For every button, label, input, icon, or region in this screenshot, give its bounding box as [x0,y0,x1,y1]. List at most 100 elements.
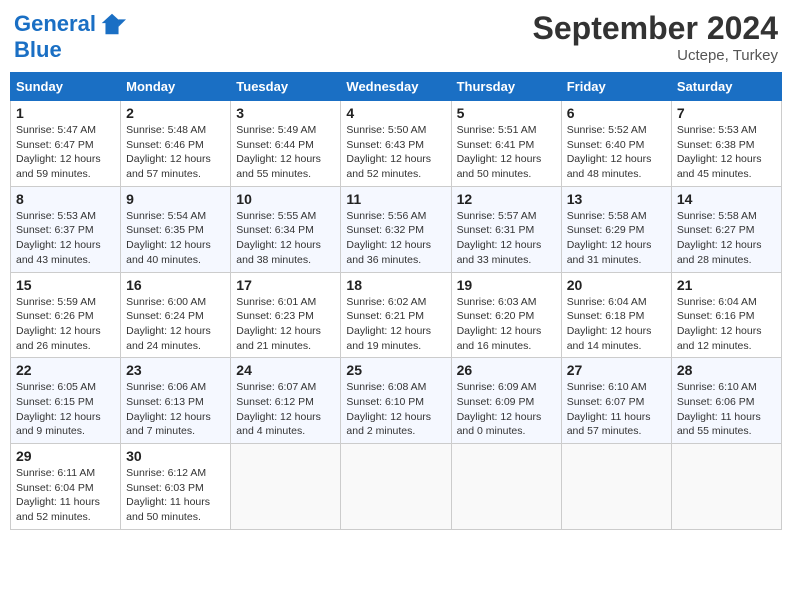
calendar-cell: 18Sunrise: 6:02 AM Sunset: 6:21 PM Dayli… [341,272,451,358]
calendar-cell: 16 Sunrise: 6:00 AM Sunset: 6:24 PM Dayli… [121,272,231,358]
day-info: Sunrise: 5:58 AM Sunset: 6:27 PM Dayligh… [677,209,776,268]
day-info: Sunrise: 5:54 AM Sunset: 6:35 PM Dayligh… [126,209,225,268]
col-header-sunday: Sunday [11,73,121,101]
col-header-saturday: Saturday [671,73,781,101]
col-header-friday: Friday [561,73,671,101]
day-info: Sunrise: 5:53 AM Sunset: 6:37 PM Dayligh… [16,209,115,268]
calendar-cell: 27 Sunrise: 6:10 AM Sunset: 6:07 PM Dayli… [561,358,671,444]
calendar-cell: 19 Sunrise: 6:03 AM Sunset: 6:20 PM Dayli… [451,272,561,358]
calendar-cell [561,444,671,530]
calendar-cell: 21Sunrise: 6:04 AM Sunset: 6:16 PM Dayli… [671,272,781,358]
calendar-cell [671,444,781,530]
day-number: 28 [677,362,776,378]
calendar-cell: 30 Sunrise: 6:12 AM Sunset: 6:03 PM Dayli… [121,444,231,530]
day-number: 10 [236,191,335,207]
day-number: 26 [457,362,556,378]
day-info: Sunrise: 6:01 AM Sunset: 6:23 PM Dayligh… [236,295,335,354]
day-info: Sunrise: 6:06 AM Sunset: 6:13 PM Dayligh… [126,380,225,439]
logo-blue-text: Blue [14,38,62,62]
day-info: Sunrise: 5:58 AM Sunset: 6:29 PM Dayligh… [567,209,666,268]
day-info: Sunrise: 6:11 AM Sunset: 6:04 PM Dayligh… [16,466,115,525]
calendar-cell: 5 Sunrise: 5:51 AM Sunset: 6:41 PM Daylig… [451,101,561,187]
day-number: 9 [126,191,225,207]
calendar-cell: 26 Sunrise: 6:09 AM Sunset: 6:09 PM Dayli… [451,358,561,444]
day-number: 13 [567,191,666,207]
day-info: Sunrise: 6:04 AM Sunset: 6:16 PM Dayligh… [677,295,776,354]
logo: General Blue [14,10,126,62]
title-block: September 2024 Uctepe, Turkey [533,10,778,64]
day-number: 7 [677,105,776,121]
day-number: 17 [236,277,335,293]
day-info: Sunrise: 6:02 AM Sunset: 6:21 PM Dayligh… [346,295,445,354]
calendar-cell: 11 Sunrise: 5:56 AM Sunset: 6:32 PM Dayli… [341,186,451,272]
day-info: Sunrise: 6:05 AM Sunset: 6:15 PM Dayligh… [16,380,115,439]
day-info: Sunrise: 5:52 AM Sunset: 6:40 PM Dayligh… [567,123,666,182]
day-info: Sunrise: 5:53 AM Sunset: 6:38 PM Dayligh… [677,123,776,182]
day-info: Sunrise: 5:59 AM Sunset: 6:26 PM Dayligh… [16,295,115,354]
day-info: Sunrise: 6:03 AM Sunset: 6:20 PM Dayligh… [457,295,556,354]
day-number: 2 [126,105,225,121]
day-info: Sunrise: 5:56 AM Sunset: 6:32 PM Dayligh… [346,209,445,268]
col-header-tuesday: Tuesday [231,73,341,101]
calendar-cell: 23 Sunrise: 6:06 AM Sunset: 6:13 PM Dayli… [121,358,231,444]
calendar-table: SundayMondayTuesdayWednesdayThursdayFrid… [10,72,782,530]
day-info: Sunrise: 6:00 AM Sunset: 6:24 PM Dayligh… [126,295,225,354]
calendar-cell: 25 Sunrise: 6:08 AM Sunset: 6:10 PM Dayli… [341,358,451,444]
calendar-cell: 9 Sunrise: 5:54 AM Sunset: 6:35 PM Daylig… [121,186,231,272]
day-number: 30 [126,448,225,464]
day-info: Sunrise: 6:09 AM Sunset: 6:09 PM Dayligh… [457,380,556,439]
logo-icon [98,10,126,38]
day-info: Sunrise: 5:57 AM Sunset: 6:31 PM Dayligh… [457,209,556,268]
calendar-cell: 22Sunrise: 6:05 AM Sunset: 6:15 PM Dayli… [11,358,121,444]
day-info: Sunrise: 5:48 AM Sunset: 6:46 PM Dayligh… [126,123,225,182]
page-header: General Blue September 2024 Uctepe, Turk… [10,10,782,64]
day-number: 24 [236,362,335,378]
day-info: Sunrise: 6:10 AM Sunset: 6:07 PM Dayligh… [567,380,666,439]
calendar-cell: 20 Sunrise: 6:04 AM Sunset: 6:18 PM Dayli… [561,272,671,358]
day-info: Sunrise: 5:47 AM Sunset: 6:47 PM Dayligh… [16,123,115,182]
calendar-cell: 3Sunrise: 5:49 AM Sunset: 6:44 PM Daylig… [231,101,341,187]
day-number: 6 [567,105,666,121]
calendar-cell: 7 Sunrise: 5:53 AM Sunset: 6:38 PM Daylig… [671,101,781,187]
day-number: 8 [16,191,115,207]
calendar-cell: 28 Sunrise: 6:10 AM Sunset: 6:06 PM Dayli… [671,358,781,444]
day-number: 15 [16,277,115,293]
day-number: 25 [346,362,445,378]
day-number: 11 [346,191,445,207]
day-info: Sunrise: 5:50 AM Sunset: 6:43 PM Dayligh… [346,123,445,182]
day-info: Sunrise: 6:08 AM Sunset: 6:10 PM Dayligh… [346,380,445,439]
calendar-cell: 10 Sunrise: 5:55 AM Sunset: 6:34 PM Dayli… [231,186,341,272]
day-number: 19 [457,277,556,293]
calendar-cell: 6 Sunrise: 5:52 AM Sunset: 6:40 PM Daylig… [561,101,671,187]
day-info: Sunrise: 6:12 AM Sunset: 6:03 PM Dayligh… [126,466,225,525]
calendar-cell: 17 Sunrise: 6:01 AM Sunset: 6:23 PM Dayli… [231,272,341,358]
day-info: Sunrise: 5:51 AM Sunset: 6:41 PM Dayligh… [457,123,556,182]
day-number: 23 [126,362,225,378]
calendar-cell [341,444,451,530]
calendar-cell: 8 Sunrise: 5:53 AM Sunset: 6:37 PM Daylig… [11,186,121,272]
day-number: 27 [567,362,666,378]
calendar-cell: 13 Sunrise: 5:58 AM Sunset: 6:29 PM Dayli… [561,186,671,272]
day-info: Sunrise: 6:04 AM Sunset: 6:18 PM Dayligh… [567,295,666,354]
calendar-cell: 14 Sunrise: 5:58 AM Sunset: 6:27 PM Dayli… [671,186,781,272]
calendar-cell: 15 Sunrise: 5:59 AM Sunset: 6:26 PM Dayli… [11,272,121,358]
col-header-wednesday: Wednesday [341,73,451,101]
day-number: 20 [567,277,666,293]
calendar-cell: 29Sunrise: 6:11 AM Sunset: 6:04 PM Dayli… [11,444,121,530]
day-info: Sunrise: 6:07 AM Sunset: 6:12 PM Dayligh… [236,380,335,439]
calendar-cell: 24 Sunrise: 6:07 AM Sunset: 6:12 PM Dayli… [231,358,341,444]
day-number: 14 [677,191,776,207]
calendar-cell: 12Sunrise: 5:57 AM Sunset: 6:31 PM Dayli… [451,186,561,272]
day-number: 16 [126,277,225,293]
day-number: 3 [236,105,335,121]
day-info: Sunrise: 5:55 AM Sunset: 6:34 PM Dayligh… [236,209,335,268]
month-title: September 2024 [533,10,778,47]
col-header-monday: Monday [121,73,231,101]
col-header-thursday: Thursday [451,73,561,101]
day-number: 4 [346,105,445,121]
day-number: 5 [457,105,556,121]
day-info: Sunrise: 6:10 AM Sunset: 6:06 PM Dayligh… [677,380,776,439]
calendar-cell: 4 Sunrise: 5:50 AM Sunset: 6:43 PM Daylig… [341,101,451,187]
calendar-cell [451,444,561,530]
location: Uctepe, Turkey [533,47,778,64]
